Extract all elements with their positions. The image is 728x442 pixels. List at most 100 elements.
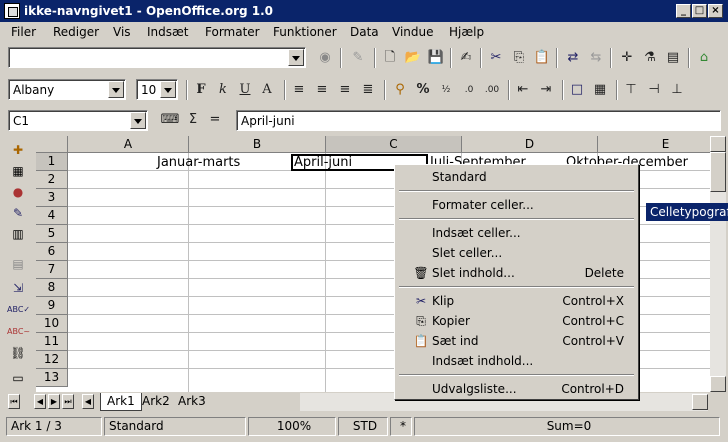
align-right-icon[interactable]: ≡: [335, 80, 355, 100]
menu-item-copy[interactable]: ⎘ Kopier Control+C: [395, 311, 638, 331]
row-header-10[interactable]: 10: [36, 315, 68, 333]
save-icon[interactable]: 💾: [426, 48, 446, 68]
name-box[interactable]: C1: [8, 110, 148, 131]
menu-formater[interactable]: Formater: [205, 25, 260, 39]
edit-doc-icon[interactable]: ✍: [456, 48, 476, 68]
spellcheck-icon[interactable]: ABC✓: [7, 300, 30, 320]
menu-data[interactable]: Data: [350, 25, 379, 39]
font-name-dropdown-arrow[interactable]: [108, 81, 124, 98]
increase-indent-icon[interactable]: ⇥: [536, 80, 556, 100]
insert-icon[interactable]: ✚: [7, 140, 29, 160]
row-header-1[interactable]: 1: [36, 153, 68, 171]
underline-button[interactable]: U: [235, 80, 255, 100]
menu-vis[interactable]: Vis: [113, 25, 131, 39]
align-middle-icon[interactable]: ⊣: [644, 80, 664, 100]
open-folder-icon[interactable]: 📂: [403, 48, 423, 68]
menu-item-delete-cells[interactable]: Slet celler...: [395, 243, 638, 263]
menu-item-format-cells[interactable]: Formater celler...: [395, 195, 638, 215]
stop-icon[interactable]: ◉: [315, 48, 335, 68]
insert-object-icon[interactable]: ●: [7, 182, 29, 202]
menu-funktioner[interactable]: Funktioner: [273, 25, 337, 39]
row-header-5[interactable]: 5: [36, 225, 68, 243]
copy-icon[interactable]: ⎘: [509, 48, 529, 68]
menu-item-insert-cells[interactable]: Indsæt celler...: [395, 223, 638, 243]
form-functions-icon[interactable]: ▥: [7, 224, 29, 244]
last-sheet-button[interactable]: ⏭: [62, 394, 74, 409]
select-all-corner[interactable]: [36, 136, 68, 153]
menu-vindue[interactable]: Vindue: [392, 25, 434, 39]
name-box-dropdown-arrow[interactable]: [130, 112, 146, 129]
decrease-indent-icon[interactable]: ⇤: [513, 80, 533, 100]
edit-file-icon[interactable]: ✎: [348, 48, 368, 68]
menu-item-standard[interactable]: Standard: [395, 167, 638, 187]
next-sheet-button[interactable]: ▶: [48, 394, 60, 409]
font-size-dropdown-arrow[interactable]: [160, 81, 176, 98]
standard-format-icon[interactable]: ¹⁄₂: [436, 80, 456, 100]
column-header-a[interactable]: A: [68, 136, 189, 153]
align-bottom-icon[interactable]: ⊥: [667, 80, 687, 100]
row-header-13[interactable]: 13: [36, 369, 68, 387]
add-decimal-icon[interactable]: .0: [459, 80, 479, 100]
borders-icon[interactable]: □: [567, 80, 587, 100]
menu-hjaelp[interactable]: Hjælp: [449, 25, 484, 39]
function-button[interactable]: =: [205, 110, 225, 130]
italic-button[interactable]: k: [213, 80, 233, 100]
redo-icon[interactable]: ⇆: [586, 48, 606, 68]
text-autocomplete-icon[interactable]: ▤: [7, 254, 29, 274]
row-header-7[interactable]: 7: [36, 261, 68, 279]
scroll-thumb[interactable]: [710, 152, 726, 192]
insert-cells-icon[interactable]: ▦: [7, 161, 29, 181]
menu-indsaet[interactable]: Indsæt: [147, 25, 189, 39]
align-top-icon[interactable]: ⊤: [621, 80, 641, 100]
row-header-4[interactable]: 4: [36, 207, 68, 225]
prev-sheet-button[interactable]: ◀: [34, 394, 46, 409]
status-page-style[interactable]: Standard: [104, 417, 246, 436]
menu-item-paste-special[interactable]: Indsæt indhold...: [395, 351, 638, 371]
font-size-combo[interactable]: 10: [136, 79, 178, 100]
delete-decimal-icon[interactable]: .00: [482, 80, 502, 100]
find-replace-icon[interactable]: ⛓: [7, 343, 29, 363]
minimize-button[interactable]: _: [676, 4, 691, 18]
vertical-scrollbar[interactable]: [710, 136, 726, 392]
row-header-2[interactable]: 2: [36, 171, 68, 189]
maximize-button[interactable]: □: [692, 4, 707, 18]
scroll-down-button[interactable]: [710, 376, 726, 392]
data-sources-icon[interactable]: ▤: [663, 48, 683, 68]
scissors-icon[interactable]: ✂: [486, 48, 506, 68]
menu-item-delete-contents[interactable]: 🗑 Slet indhold... Delete: [395, 263, 638, 283]
menu-rediger[interactable]: Rediger: [53, 25, 99, 39]
sheet-tab-ark2[interactable]: Ark2: [136, 393, 176, 411]
column-header-e[interactable]: E: [598, 136, 710, 153]
sheet-tab-ark3[interactable]: Ark3: [172, 393, 212, 411]
data-sources-toggle-icon[interactable]: ▭: [7, 368, 29, 388]
column-header-d[interactable]: D: [462, 136, 598, 153]
bold-button[interactable]: F: [191, 80, 211, 100]
row-header-11[interactable]: 11: [36, 333, 68, 351]
align-left-icon[interactable]: ≡: [289, 80, 309, 100]
column-header-b[interactable]: B: [189, 136, 326, 153]
row-header-6[interactable]: 6: [36, 243, 68, 261]
font-color-button[interactable]: A: [257, 80, 277, 100]
auto-spellcheck-icon[interactable]: ABC~: [7, 322, 30, 342]
background-color-icon[interactable]: ▦: [590, 80, 610, 100]
percent-button[interactable]: %: [413, 80, 433, 100]
new-document-icon[interactable]: 🗋: [380, 48, 400, 68]
url-combo[interactable]: [8, 47, 306, 68]
row-header-3[interactable]: 3: [36, 189, 68, 207]
scroll-left-button[interactable]: ◀: [82, 394, 94, 409]
gallery-icon[interactable]: ⌂: [694, 48, 714, 68]
show-draw-functions-icon[interactable]: ✎: [7, 203, 29, 223]
column-header-c[interactable]: C: [326, 136, 462, 153]
sum-button[interactable]: Σ: [183, 110, 203, 130]
undo-icon[interactable]: ⇄: [563, 48, 583, 68]
status-zoom[interactable]: 100%: [248, 417, 336, 436]
close-button[interactable]: ×: [708, 4, 723, 18]
currency-icon[interactable]: ⚲: [390, 80, 410, 100]
scroll-right-button[interactable]: [692, 394, 708, 410]
paste-icon[interactable]: 📋: [532, 48, 552, 68]
function-autopilot-icon[interactable]: ⌨: [160, 110, 180, 130]
formula-input[interactable]: April-juni: [236, 110, 721, 131]
row-header-9[interactable]: 9: [36, 297, 68, 315]
navigator-icon[interactable]: ✛: [617, 48, 637, 68]
menu-item-selection-list[interactable]: Udvalgsliste... Control+D: [395, 379, 638, 399]
